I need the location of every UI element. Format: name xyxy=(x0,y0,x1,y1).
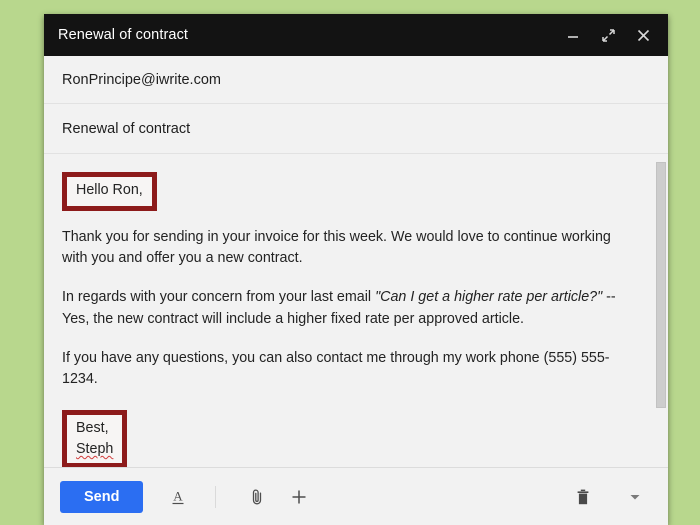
body-scrollbar[interactable] xyxy=(654,154,668,467)
recipient-field[interactable]: RonPrincipe@iwrite.com xyxy=(44,56,668,104)
email-body-editor[interactable]: Hello Ron, Thank you for sending in your… xyxy=(44,154,654,467)
email-body-area: Hello Ron, Thank you for sending in your… xyxy=(44,154,668,467)
toolbar-divider xyxy=(215,485,217,508)
body-paragraph-2: In regards with your concern from your l… xyxy=(62,287,634,330)
subject-value: Renewal of contract xyxy=(62,120,191,137)
expand-icon[interactable] xyxy=(599,26,617,44)
body-scrollbar-thumb[interactable] xyxy=(656,162,666,408)
paragraph-2-lead: In regards with your concern from your l… xyxy=(62,289,376,306)
subject-field[interactable]: Renewal of contract xyxy=(44,104,668,154)
body-paragraph-3: If you have any questions, you can also … xyxy=(62,349,610,388)
signoff-text: Best, xyxy=(76,420,109,437)
window-controls xyxy=(564,26,652,44)
plus-icon[interactable] xyxy=(284,482,314,512)
paperclip-icon[interactable] xyxy=(242,482,272,512)
compose-email-window: Renewal of contract RonPrincipe@iwrite.c… xyxy=(44,14,668,525)
close-icon[interactable] xyxy=(634,26,652,44)
trash-icon[interactable] xyxy=(568,482,598,512)
recipient-value: RonPrincipe@iwrite.com xyxy=(62,71,221,88)
format-text-icon[interactable]: A xyxy=(163,482,193,512)
signature-name: Steph xyxy=(76,440,114,457)
window-title-bar: Renewal of contract xyxy=(44,14,668,56)
body-paragraph-1: Thank you for sending in your invoice fo… xyxy=(62,228,611,267)
minimize-icon[interactable] xyxy=(564,26,582,44)
greeting-annotation-box: Hello Ron, xyxy=(62,172,157,211)
send-button[interactable]: Send xyxy=(60,480,144,513)
quoted-question: "Can I get a higher rate per article?" xyxy=(375,289,603,306)
chevron-down-icon[interactable] xyxy=(620,482,650,512)
svg-text:A: A xyxy=(174,488,184,503)
compose-toolbar: Send A xyxy=(44,467,668,525)
greeting-text: Hello Ron, xyxy=(76,182,143,198)
window-title: Renewal of contract xyxy=(58,27,189,43)
signature-annotation-box: Best, Steph xyxy=(62,410,128,467)
